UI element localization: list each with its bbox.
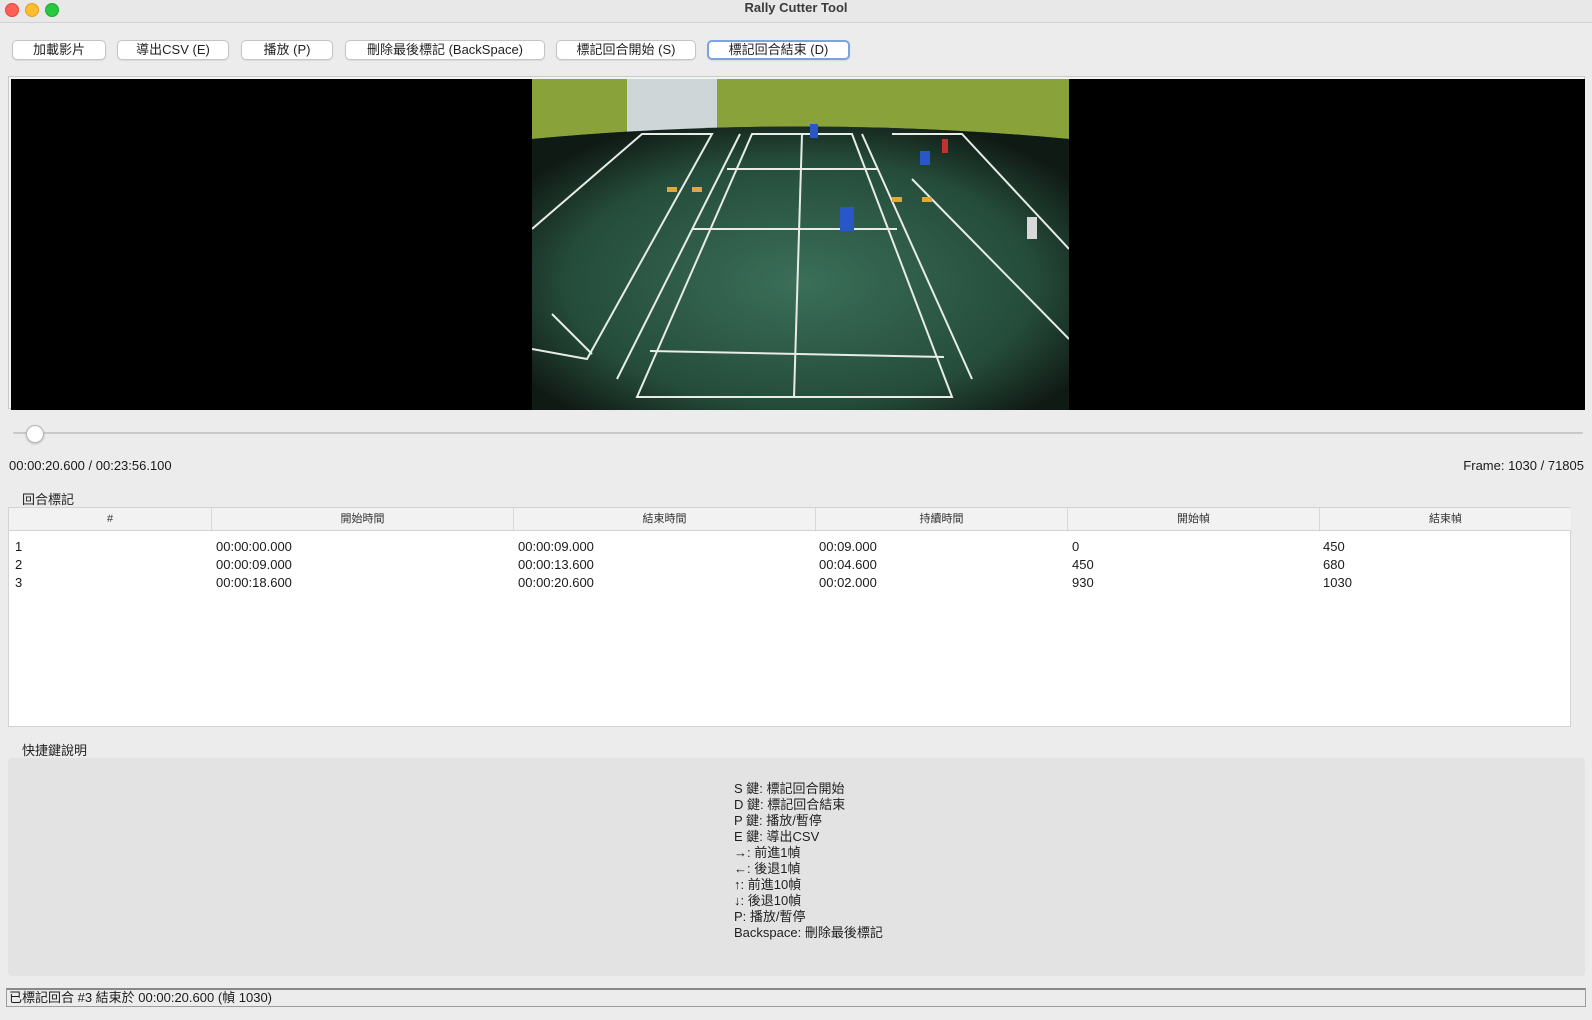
cell-duration: 00:02.000 (819, 575, 877, 590)
column-header-end-time[interactable]: 結束時間 (514, 508, 816, 530)
cell-end-frame: 680 (1323, 557, 1345, 572)
rallies-table[interactable]: # 開始時間 結束時間 持續時間 開始幀 結束幀 1 00:00:00.000 … (8, 507, 1571, 727)
column-header-end-frame[interactable]: 結束幀 (1320, 508, 1571, 530)
table-row[interactable]: 1 00:00:00.000 00:00:09.000 00:09.000 0 … (9, 538, 1571, 556)
frame-readout: Frame: 1030 / 71805 (1463, 458, 1584, 473)
export-csv-button[interactable]: 導出CSV (E) (117, 40, 229, 60)
delete-last-mark-button[interactable]: 刪除最後標記 (BackSpace) (345, 40, 545, 60)
cell-end-time: 00:00:13.600 (518, 557, 594, 572)
window-title: Rally Cutter Tool (744, 0, 848, 15)
table-row[interactable]: 3 00:00:18.600 00:00:20.600 00:02.000 93… (9, 574, 1571, 592)
column-header-index[interactable]: # (9, 508, 212, 530)
load-video-button[interactable]: 加載影片 (12, 40, 106, 60)
cell-index: 3 (15, 575, 23, 590)
shortcuts-group-title: 快捷鍵說明 (22, 743, 88, 758)
table-row[interactable]: 2 00:00:09.000 00:00:13.600 00:04.600 45… (9, 556, 1571, 574)
cell-end-time: 00:00:20.600 (518, 575, 594, 590)
cell-index: 1 (15, 539, 23, 554)
title-bar: Rally Cutter Tool (0, 0, 1592, 23)
column-header-duration[interactable]: 持續時間 (816, 508, 1068, 530)
cell-start-time: 00:00:09.000 (216, 557, 292, 572)
cell-index: 2 (15, 557, 23, 572)
cell-end-frame: 1030 (1323, 575, 1352, 590)
cell-start-time: 00:00:18.600 (216, 575, 292, 590)
time-readout: 00:00:20.600 / 00:23:56.100 (9, 458, 172, 473)
play-button[interactable]: 播放 (P) (241, 40, 333, 60)
column-header-start-time[interactable]: 開始時間 (212, 508, 514, 530)
status-bar: 已標記回合 #3 結束於 00:00:20.600 (幀 1030) (6, 988, 1586, 1007)
cell-start-frame: 450 (1072, 557, 1094, 572)
cell-end-time: 00:00:09.000 (518, 539, 594, 554)
cell-start-frame: 930 (1072, 575, 1094, 590)
toolbar: 加載影片 導出CSV (E) 播放 (P) 刪除最後標記 (BackSpace)… (0, 40, 1592, 62)
shortcuts-text: S 鍵: 標記回合開始 D 鍵: 標記回合結束 P 鍵: 播放/暫停 E 鍵: … (734, 781, 883, 940)
mark-rally-end-button[interactable]: 標記回合結束 (D) (707, 40, 850, 60)
table-header: # 開始時間 結束時間 持續時間 開始幀 結束幀 (9, 508, 1571, 531)
cell-duration: 00:09.000 (819, 539, 877, 554)
cell-end-frame: 450 (1323, 539, 1345, 554)
rallies-group-title: 回合標記 (22, 492, 75, 507)
cell-start-frame: 0 (1072, 539, 1080, 554)
cell-start-time: 00:00:00.000 (216, 539, 292, 554)
video-display[interactable] (11, 79, 1585, 410)
playback-slider-handle[interactable] (26, 425, 44, 443)
column-header-start-frame[interactable]: 開始幀 (1068, 508, 1320, 530)
mark-rally-start-button[interactable]: 標記回合開始 (S) (556, 40, 696, 60)
playback-slider-track[interactable] (13, 432, 1583, 434)
video-frame-image (532, 79, 1069, 410)
cell-duration: 00:04.600 (819, 557, 877, 572)
